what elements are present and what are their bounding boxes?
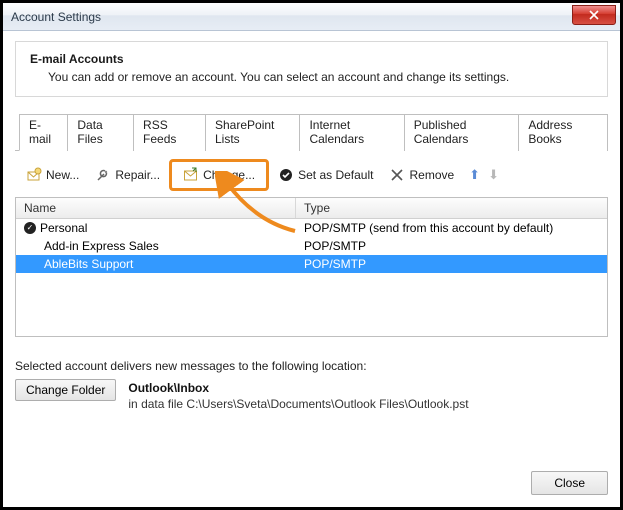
tab-rss-feeds[interactable]: RSS Feeds	[133, 114, 206, 151]
account-type-cell: POP/SMTP	[296, 256, 607, 272]
remove-button[interactable]: Remove	[382, 164, 461, 186]
table-row[interactable]: ✓ Personal POP/SMTP (send from this accoun…	[16, 219, 607, 237]
titlebar: Account Settings	[3, 3, 620, 31]
delivery-datafile: in data file C:\Users\Sveta\Documents\Ou…	[128, 397, 468, 411]
account-name: Add-in Express Sales	[44, 239, 159, 253]
remove-icon	[389, 167, 405, 183]
new-label: New...	[46, 168, 79, 182]
header-title: E-mail Accounts	[30, 52, 593, 66]
repair-label: Repair...	[115, 168, 160, 182]
list-body: ✓ Personal POP/SMTP (send from this accoun…	[16, 219, 607, 336]
list-header: Name Type	[16, 198, 607, 219]
footer: Close	[15, 457, 608, 495]
account-name-cell: ✓ Personal	[16, 220, 296, 236]
toolbar: New... Repair... Change... Set as Defaul…	[15, 151, 608, 197]
default-account-icon: ✓	[24, 222, 36, 234]
account-list: Name Type ✓ Personal POP/SMTP (send from t…	[15, 197, 608, 337]
set-default-label: Set as Default	[298, 168, 373, 182]
account-name: AbleBits Support	[44, 257, 133, 271]
change-folder-button[interactable]: Change Folder	[15, 379, 116, 401]
account-name: Personal	[40, 221, 87, 235]
close-button[interactable]: Close	[531, 471, 608, 495]
tab-internet-calendars[interactable]: Internet Calendars	[299, 114, 404, 151]
change-label: Change...	[203, 168, 255, 182]
new-button[interactable]: New...	[19, 164, 86, 186]
column-header-type[interactable]: Type	[296, 198, 607, 218]
table-row[interactable]: Add-in Express Sales POP/SMTP	[16, 237, 607, 255]
change-icon	[183, 167, 199, 183]
window-title: Account Settings	[11, 10, 101, 24]
change-button[interactable]: Change...	[176, 164, 262, 186]
tab-data-files[interactable]: Data Files	[67, 114, 134, 151]
annotation-highlight: Change...	[169, 159, 269, 191]
close-icon	[589, 10, 599, 20]
set-default-icon	[278, 167, 294, 183]
move-down-button[interactable]: ⬇	[488, 167, 499, 183]
remove-label: Remove	[409, 168, 454, 182]
tab-sharepoint-lists[interactable]: SharePoint Lists	[205, 114, 300, 151]
set-default-button[interactable]: Set as Default	[271, 164, 380, 186]
tab-e-mail[interactable]: E-mail	[19, 114, 68, 151]
delivery-intro: Selected account delivers new messages t…	[15, 359, 608, 373]
window-close-button[interactable]	[572, 5, 616, 25]
tab-published-calendars[interactable]: Published Calendars	[404, 114, 520, 151]
repair-button[interactable]: Repair...	[88, 164, 167, 186]
table-row[interactable]: AbleBits Support POP/SMTP	[16, 255, 607, 273]
move-up-button[interactable]: ⬆	[469, 167, 480, 183]
tabstrip: E-mailData FilesRSS FeedsSharePoint List…	[15, 113, 608, 151]
delivery-location: Outlook\Inbox	[128, 381, 468, 395]
column-header-name[interactable]: Name	[16, 198, 296, 218]
delivery-info: Outlook\Inbox in data file C:\Users\Svet…	[128, 379, 468, 411]
account-name-cell: Add-in Express Sales	[16, 238, 296, 254]
header-subtitle: You can add or remove an account. You ca…	[30, 70, 593, 84]
account-type-cell: POP/SMTP	[296, 238, 607, 254]
account-type-cell: POP/SMTP (send from this account by defa…	[296, 220, 607, 236]
tab-address-books[interactable]: Address Books	[518, 114, 608, 151]
repair-icon	[95, 167, 111, 183]
header-block: E-mail Accounts You can add or remove an…	[15, 41, 608, 97]
new-icon	[26, 167, 42, 183]
account-name-cell: AbleBits Support	[16, 256, 296, 272]
delivery-block: Selected account delivers new messages t…	[15, 359, 608, 411]
